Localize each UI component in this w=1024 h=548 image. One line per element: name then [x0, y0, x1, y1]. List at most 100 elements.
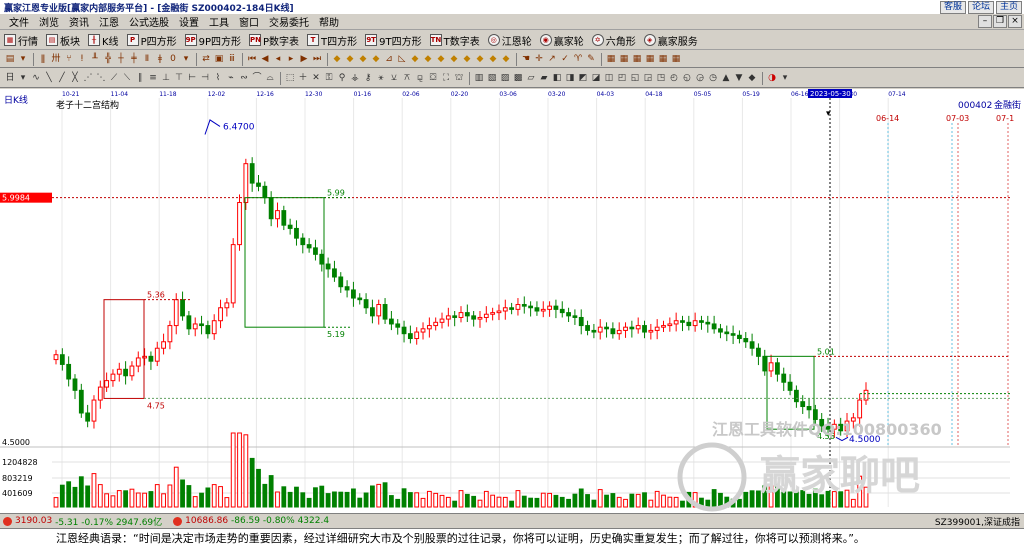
fib-icon[interactable]: ♈: [572, 53, 584, 65]
line-3-icon[interactable]: ╳: [69, 72, 81, 85]
diamond-1-icon[interactable]: ◆: [331, 53, 343, 65]
tool-u-icon[interactable]: ◪: [590, 72, 602, 85]
table-2-icon[interactable]: ▦: [618, 53, 630, 65]
line-15-icon[interactable]: ⌁: [225, 72, 237, 85]
tool-l-icon[interactable]: ▥: [473, 72, 485, 85]
menu-formula[interactable]: 公式选股: [124, 14, 174, 29]
table-6-icon[interactable]: ▦: [670, 53, 682, 65]
menu-tools[interactable]: 工具: [204, 14, 234, 29]
link-forum[interactable]: 论坛: [967, 1, 994, 14]
prev-icon[interactable]: ◀: [259, 53, 271, 65]
toolbar-hexagon[interactable]: ✡ 六角形: [591, 33, 636, 48]
play-icon[interactable]: ▸: [285, 53, 297, 65]
ma-icon[interactable]: ∿: [30, 72, 42, 85]
line-12-icon[interactable]: ⊢: [186, 72, 198, 85]
pen-icon[interactable]: ✎: [585, 53, 597, 65]
tool-z-icon[interactable]: ◳: [655, 72, 667, 85]
index-sz[interactable]: 10686.86 -86.59 -0.80% 4322.4: [170, 516, 329, 526]
tool-r-icon[interactable]: ◧: [551, 72, 563, 85]
hand-icon[interactable]: ☚: [520, 53, 532, 65]
tool-q-icon[interactable]: ▰: [538, 72, 550, 85]
toolbar-p-table[interactable]: PN P数字表: [249, 33, 299, 48]
fork-tool-icon[interactable]: ⑂: [63, 53, 75, 65]
square-icon[interactable]: ▣: [213, 53, 225, 65]
tool-o-icon[interactable]: ▩: [512, 72, 524, 85]
line-8-icon[interactable]: ∥: [134, 72, 146, 85]
line-5-icon[interactable]: ⋱: [95, 72, 107, 85]
indicator-menu-icon[interactable]: 日: [4, 72, 16, 85]
gann-fan-icon[interactable]: ╨: [89, 53, 101, 65]
menu-window[interactable]: 窗口: [234, 14, 264, 29]
toolbar-t-square[interactable]: T T四方形: [307, 33, 357, 48]
period-icon[interactable]: Ⅱ: [141, 53, 153, 65]
diamond-10-icon[interactable]: ◆: [474, 53, 486, 65]
tool-j-icon[interactable]: ⛶: [440, 72, 452, 85]
menu-gann[interactable]: 江恩: [94, 14, 124, 29]
index-sh[interactable]: 3190.03 -5.31 -0.17% 2947.69亿: [0, 515, 162, 528]
arrow-icon[interactable]: ↗: [546, 53, 558, 65]
line-17-icon[interactable]: ⌒: [251, 72, 263, 85]
line-13-icon[interactable]: ⊣: [199, 72, 211, 85]
next-icon[interactable]: ▶: [298, 53, 310, 65]
fan-up-icon[interactable]: ⊿: [383, 53, 395, 65]
link-service[interactable]: 客服: [939, 1, 966, 14]
fan-down-icon[interactable]: ◺: [396, 53, 408, 65]
tool-ae-icon[interactable]: ▲: [720, 72, 732, 85]
table-3-icon[interactable]: ▦: [631, 53, 643, 65]
gann-box-icon[interactable]: ╬: [102, 53, 114, 65]
tool-p-icon[interactable]: ▱: [525, 72, 537, 85]
tool-x-icon[interactable]: ◱: [629, 72, 641, 85]
candle-tool-icon[interactable]: ǁ: [37, 53, 49, 65]
tool-s-icon[interactable]: ◨: [564, 72, 576, 85]
plus-icon[interactable]: ＋: [297, 72, 309, 85]
diamond-2-icon[interactable]: ◆: [344, 53, 356, 65]
tool-m-icon[interactable]: ▧: [486, 72, 498, 85]
first-icon[interactable]: ⏮: [246, 53, 258, 65]
toolbar-p-square[interactable]: P P四方形: [126, 33, 177, 48]
tool-c-icon[interactable]: ⚶: [349, 72, 361, 85]
line-10-icon[interactable]: ⊥: [160, 72, 172, 85]
tool-dropdown-icon[interactable]: ▾: [180, 53, 192, 65]
table-5-icon[interactable]: ▦: [657, 53, 669, 65]
indicator-dropdown-icon[interactable]: ▾: [17, 72, 29, 85]
diamond-11-icon[interactable]: ◆: [487, 53, 499, 65]
toolbar-service[interactable]: ◈ 赢家服务: [643, 33, 698, 48]
kline-chart[interactable]: 10-21 11-04 11-18 12-02 12-16 12-30 01-16 02-06…: [0, 89, 1024, 513]
tool-b-icon[interactable]: ⚲: [336, 72, 348, 85]
line-2-icon[interactable]: ╱: [56, 72, 68, 85]
menu-file[interactable]: 文件: [4, 14, 34, 29]
tool-f-icon[interactable]: ⚺: [388, 72, 400, 85]
menu-help[interactable]: 帮助: [314, 14, 344, 29]
table-4-icon[interactable]: ▦: [644, 53, 656, 65]
diamond-9-icon[interactable]: ◆: [461, 53, 473, 65]
toolbar-winner-wheel[interactable]: ◉ 赢家轮: [539, 33, 584, 48]
line-9-icon[interactable]: ≡: [147, 72, 159, 85]
tool-ac-icon[interactable]: ◶: [694, 72, 706, 85]
menu-news[interactable]: 资讯: [64, 14, 94, 29]
tool-ad-icon[interactable]: ◷: [707, 72, 719, 85]
tool-h-icon[interactable]: ⚼: [414, 72, 426, 85]
diamond-7-icon[interactable]: ◆: [435, 53, 447, 65]
tool-n-icon[interactable]: ▨: [499, 72, 511, 85]
tool-v-icon[interactable]: ◫: [603, 72, 615, 85]
tool-d-icon[interactable]: ⚷: [362, 72, 374, 85]
toolbar-quotes[interactable]: ▦ 行情: [4, 33, 38, 48]
restore-icon[interactable]: ❐: [993, 15, 1007, 28]
tool-i-icon[interactable]: ⛋: [427, 72, 439, 85]
menu-trade[interactable]: 交易委托: [264, 14, 314, 29]
dropdown-icon[interactable]: ▾: [17, 53, 29, 65]
line-1-icon[interactable]: ╲: [43, 72, 55, 85]
diamond-8-icon[interactable]: ◆: [448, 53, 460, 65]
bars-icon[interactable]: ⅲ: [226, 53, 238, 65]
tool-af-icon[interactable]: ▼: [733, 72, 745, 85]
check-icon[interactable]: ✓: [559, 53, 571, 65]
diamond-3-icon[interactable]: ◆: [357, 53, 369, 65]
tool-t-icon[interactable]: ◩: [577, 72, 589, 85]
menu-settings[interactable]: 设置: [174, 14, 204, 29]
tool-a-icon[interactable]: ⚿: [323, 72, 335, 85]
zero-icon[interactable]: 0: [167, 53, 179, 65]
line-11-icon[interactable]: ⊤: [173, 72, 185, 85]
tool-y-icon[interactable]: ◲: [642, 72, 654, 85]
link-home[interactable]: 主页: [995, 1, 1022, 14]
tool-k-icon[interactable]: ⛫: [453, 72, 465, 85]
